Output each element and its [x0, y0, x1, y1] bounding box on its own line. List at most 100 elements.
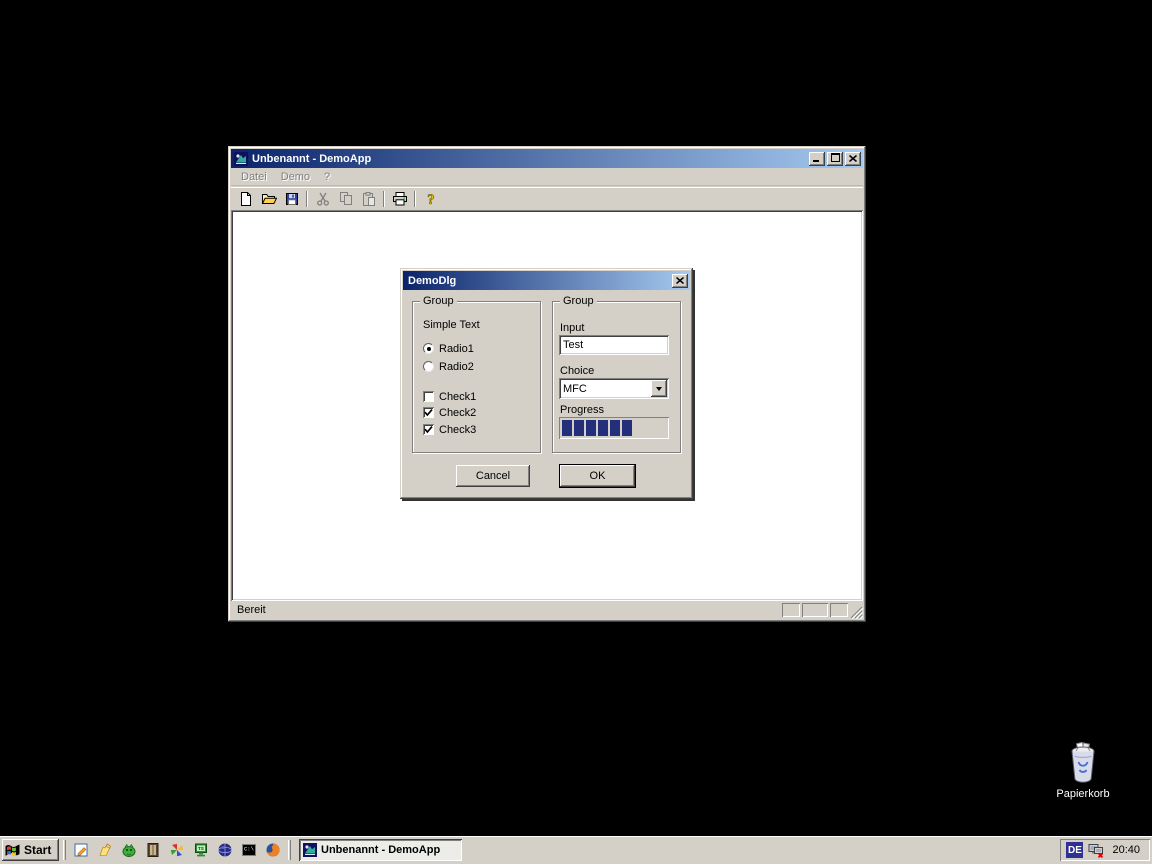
maximize-button[interactable]: [827, 152, 843, 166]
input-label: Input: [560, 322, 584, 334]
status-panel: [802, 603, 828, 617]
group-right: Group Input Choice MFC Progress: [552, 301, 681, 453]
copy-toolbar-button: [334, 188, 357, 210]
app-icon: [233, 151, 249, 167]
check1[interactable]: Check1: [423, 390, 476, 403]
progress-chunk: [610, 420, 620, 436]
open-toolbar-button[interactable]: [257, 188, 280, 210]
clock[interactable]: 20:40: [1109, 844, 1140, 856]
checkbox-icon: [423, 424, 434, 435]
simple-text-label: Simple Text: [423, 319, 480, 331]
taskbar: Start TS C:\ Unbenannt - DemoApp DE 20:40: [0, 836, 1152, 864]
book-icon[interactable]: [142, 839, 164, 861]
maximize-icon: [831, 153, 840, 165]
menu-datei: Datei: [234, 169, 274, 185]
recycle-bin[interactable]: Papierkorb: [1050, 742, 1116, 800]
dialog-titlebar[interactable]: DemoDlg: [403, 271, 690, 290]
help-toolbar-button[interactable]: ?: [419, 188, 442, 210]
start-label: Start: [24, 843, 51, 857]
group-left-label: Group: [420, 295, 457, 307]
toolbar-separator: [306, 191, 308, 207]
language-indicator[interactable]: DE: [1066, 842, 1083, 858]
quick-launch: TS C:\: [70, 839, 284, 861]
progress-chunk: [562, 420, 572, 436]
svg-text:TS: TS: [198, 846, 204, 851]
globe-icon[interactable]: [214, 839, 236, 861]
statusbar: Bereit: [231, 601, 863, 619]
close-button[interactable]: [845, 152, 861, 166]
system-tray: DE 20:40: [1060, 839, 1150, 861]
choice-value: MFC: [559, 383, 651, 395]
start-button[interactable]: Start: [2, 839, 59, 861]
radio2[interactable]: Radio2: [423, 360, 474, 373]
demo-dialog: DemoDlg Group Simple Text Radio1 Radio2 …: [400, 268, 693, 499]
progress-chunk: [598, 420, 608, 436]
check3[interactable]: Check3: [423, 423, 476, 436]
ok-label: OK: [590, 470, 606, 482]
status-panel: [830, 603, 848, 617]
toolbar-separator: [383, 191, 385, 207]
print-toolbar-button[interactable]: [388, 188, 411, 210]
app-title: Unbenannt - DemoApp: [252, 153, 806, 165]
checkbox-icon: [423, 407, 434, 418]
ok-button[interactable]: OK: [559, 464, 636, 488]
progress-label: Progress: [560, 404, 604, 416]
close-icon: [849, 153, 857, 165]
resize-grip[interactable]: [850, 604, 863, 619]
checkbox-icon: [423, 391, 434, 402]
check2-label: Check2: [439, 407, 476, 419]
dialog-close-button[interactable]: [672, 274, 688, 288]
check3-label: Check3: [439, 424, 476, 436]
progress-chunk: [574, 420, 584, 436]
app-icon: [302, 842, 318, 858]
progress-bar: [559, 417, 669, 439]
recycle-bin-icon: [1065, 742, 1101, 784]
cancel-button[interactable]: Cancel: [456, 465, 530, 487]
menu-help: ?: [317, 169, 337, 185]
svg-text:C:\: C:\: [244, 846, 254, 853]
dialog-title: DemoDlg: [405, 275, 669, 287]
status-panel: [782, 603, 800, 617]
check1-label: Check1: [439, 391, 476, 403]
input-field[interactable]: [559, 335, 669, 355]
network-offline-icon[interactable]: [1088, 842, 1104, 858]
svg-text:?: ?: [427, 192, 435, 207]
status-text: Bereit: [231, 604, 782, 616]
minimize-icon: [813, 153, 821, 165]
radio1-label: Radio1: [439, 343, 474, 355]
paste-toolbar-button: [357, 188, 380, 210]
app-titlebar[interactable]: Unbenannt - DemoApp: [231, 149, 863, 168]
group-left: Group Simple Text Radio1 Radio2 Check1 C…: [412, 301, 541, 453]
taskbar-app-button[interactable]: Unbenannt - DemoApp: [299, 839, 462, 861]
firefox-icon[interactable]: [262, 839, 284, 861]
command-prompt-icon[interactable]: C:\: [238, 839, 260, 861]
radio-icon: [423, 361, 434, 372]
dragon-icon[interactable]: [118, 839, 140, 861]
close-icon: [676, 275, 684, 287]
radio-icon: [423, 343, 434, 354]
notes-icon[interactable]: [70, 839, 92, 861]
recycle-bin-label: Papierkorb: [1050, 788, 1116, 800]
choice-label: Choice: [560, 365, 594, 377]
desktop: { "desktop": { "recycle_bin_label": "Pap…: [0, 0, 1152, 864]
combo-dropdown-button[interactable]: [651, 380, 667, 397]
toolbar-separator: [414, 191, 416, 207]
minimize-button[interactable]: [809, 152, 825, 166]
group-right-label: Group: [560, 295, 597, 307]
taskbar-grip[interactable]: [63, 840, 66, 860]
new-toolbar-button[interactable]: [234, 188, 257, 210]
terminal-services-icon[interactable]: TS: [190, 839, 212, 861]
pinwheel-icon[interactable]: [166, 839, 188, 861]
taskbar-grip[interactable]: [288, 840, 291, 860]
progress-chunk: [622, 420, 632, 436]
choice-combobox[interactable]: MFC: [559, 378, 669, 399]
menubar: Datei Demo ?: [231, 168, 863, 186]
save-toolbar-button[interactable]: [280, 188, 303, 210]
check2[interactable]: Check2: [423, 406, 476, 419]
radio2-label: Radio2: [439, 361, 474, 373]
hand-write-icon[interactable]: [94, 839, 116, 861]
taskbar-app-label: Unbenannt - DemoApp: [321, 844, 440, 856]
radio1[interactable]: Radio1: [423, 342, 474, 355]
cancel-label: Cancel: [476, 470, 510, 482]
status-panels: [782, 603, 848, 617]
